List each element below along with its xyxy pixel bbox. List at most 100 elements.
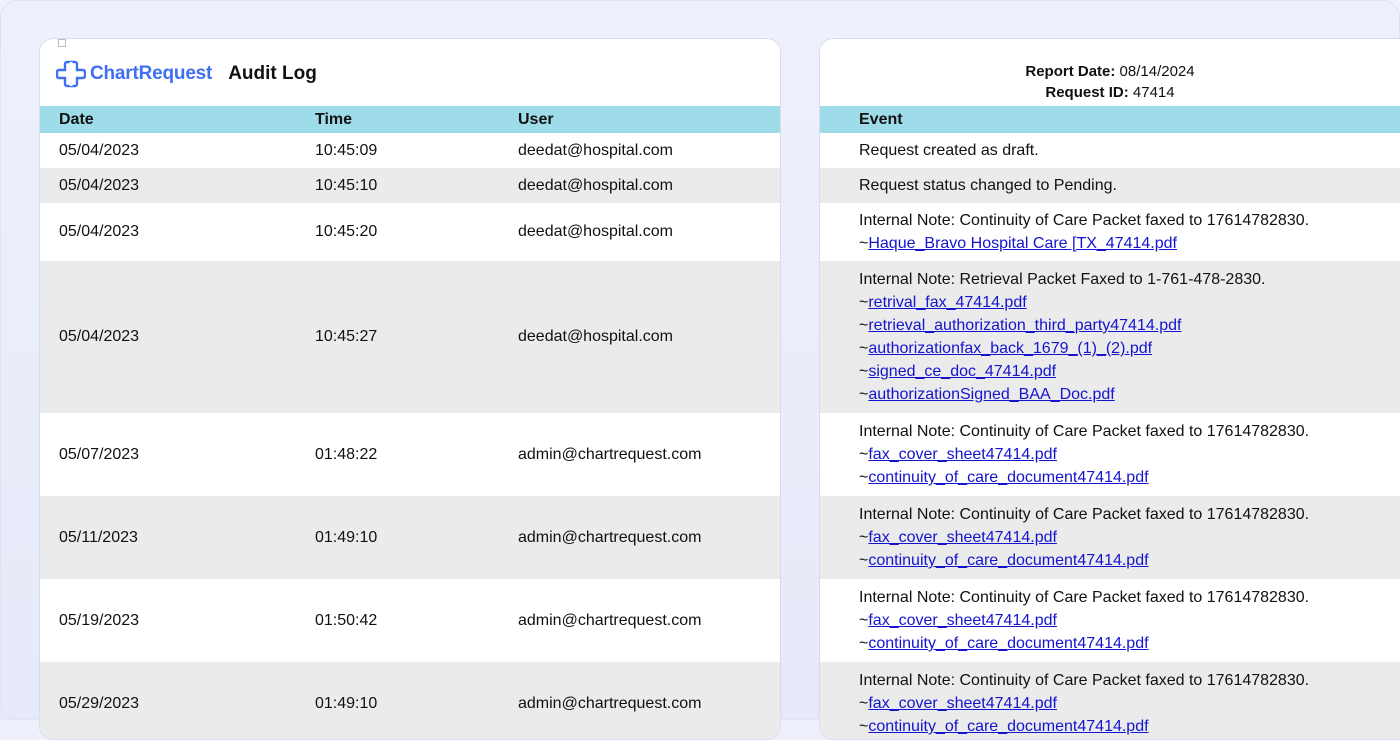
attachment-line: ~fax_cover_sheet47414.pdf xyxy=(859,692,1400,715)
cell-user: deedat@hospital.com xyxy=(518,261,780,413)
event-text: Request created as draft. xyxy=(859,142,1039,159)
table-row: Internal Note: Retrieval Packet Faxed to… xyxy=(820,261,1400,413)
report-date-label: Report Date: xyxy=(1025,63,1116,80)
report-meta: Report Date: 08/14/2024 Request ID: 4741… xyxy=(820,61,1400,103)
tilde-marker: ~ xyxy=(859,552,869,569)
attachment-link[interactable]: continuity_of_care_document47414.pdf xyxy=(868,469,1148,486)
cell-event: Internal Note: Continuity of Care Packet… xyxy=(820,413,1400,496)
column-header-event: Event xyxy=(820,106,1400,133)
table-row: 05/04/2023 10:45:27 deedat@hospital.com xyxy=(40,261,780,413)
tilde-marker: ~ xyxy=(859,386,869,403)
table-header-row: Date Time User xyxy=(40,106,780,133)
table-row: 05/29/2023 01:49:10 admin@chartrequest.com xyxy=(40,662,780,739)
table-row: Internal Note: Continuity of Care Packet… xyxy=(820,579,1400,662)
page-title: Audit Log xyxy=(228,63,317,84)
cell-user: admin@chartrequest.com xyxy=(518,445,702,463)
audit-log-table: Date Time User 05/04/2023 10:45:09 deedat@… xyxy=(40,106,780,739)
attachment-line: ~authorizationfax_back_1679_(1)_(2).pdf xyxy=(859,337,1400,360)
cell-time: 01:50:42 xyxy=(315,611,378,629)
event-text: Internal Note: Continuity of Care Packet… xyxy=(859,506,1310,523)
event-text: Internal Note: Continuity of Care Packet… xyxy=(859,589,1310,606)
attachment-link[interactable]: authorizationSigned_BAA_Doc.pdf xyxy=(868,386,1114,403)
attachment-line: ~fax_cover_sheet47414.pdf xyxy=(859,526,1400,549)
attachment-link[interactable]: fax_cover_sheet47414.pdf xyxy=(868,446,1057,463)
event-table: Event Request created as draft. Request s… xyxy=(820,106,1400,739)
page-corner-mark xyxy=(58,39,66,47)
table-row: 05/04/2023 10:45:09 deedat@hospital.com xyxy=(40,133,780,168)
attachment-link[interactable]: fax_cover_sheet47414.pdf xyxy=(868,612,1057,629)
attachment-link[interactable]: fax_cover_sheet47414.pdf xyxy=(868,529,1057,546)
table-row: 05/19/2023 01:50:42 admin@chartrequest.com xyxy=(40,579,780,662)
cell-time: 01:48:22 xyxy=(315,445,378,463)
cell-time: 01:49:10 xyxy=(315,662,518,739)
tilde-marker: ~ xyxy=(859,446,869,463)
event-text: Internal Note: Continuity of Care Packet… xyxy=(859,423,1310,440)
cell-date: 05/07/2023 xyxy=(59,445,140,463)
tilde-marker: ~ xyxy=(859,294,869,311)
attachment-link[interactable]: fax_cover_sheet47414.pdf xyxy=(868,695,1057,712)
attachment-line: ~continuity_of_care_document47414.pdf xyxy=(859,466,1400,489)
attachment-link[interactable]: continuity_of_care_document47414.pdf xyxy=(868,718,1148,735)
audit-log-left-page: ChartRequest Audit Log Date Time User 05… xyxy=(39,38,781,740)
cell-date: 05/04/2023 xyxy=(40,168,315,203)
cell-date: 05/04/2023 xyxy=(59,141,140,159)
table-row: 05/11/2023 01:49:10 admin@chartrequest.com xyxy=(40,496,780,579)
brand-header: ChartRequest Audit Log xyxy=(56,59,317,89)
attachment-line: ~Haque_Bravo Hospital Care [TX_47414.pdf xyxy=(859,232,1400,255)
cell-time: 01:49:10 xyxy=(315,496,518,579)
event-text: Internal Note: Continuity of Care Packet… xyxy=(859,212,1310,229)
attachment-link[interactable]: authorizationfax_back_1679_(1)_(2).pdf xyxy=(868,340,1152,357)
cell-date: 05/19/2023 xyxy=(59,611,140,629)
attachment-line: ~retrival_fax_47414.pdf xyxy=(859,291,1400,314)
attachment-link[interactable]: retrieval_authorization_third_party47414… xyxy=(868,317,1181,334)
cell-user: deedat@hospital.com xyxy=(518,168,780,203)
tilde-marker: ~ xyxy=(859,695,869,712)
tilde-marker: ~ xyxy=(859,363,869,380)
tilde-marker: ~ xyxy=(859,235,869,252)
attachment-link[interactable]: Haque_Bravo Hospital Care [TX_47414.pdf xyxy=(868,235,1177,252)
cell-event: Internal Note: Retrieval Packet Faxed to… xyxy=(820,261,1400,413)
cell-time: 10:45:09 xyxy=(315,141,378,159)
event-text: Internal Note: Continuity of Care Packet… xyxy=(859,672,1310,689)
tilde-marker: ~ xyxy=(859,718,869,735)
attachment-line: ~fax_cover_sheet47414.pdf xyxy=(859,609,1400,632)
report-date-value: 08/14/2024 xyxy=(1119,63,1195,80)
cell-date: 05/04/2023 xyxy=(40,261,315,413)
audit-log-right-page: Report Date: 08/14/2024 Request ID: 4741… xyxy=(819,38,1400,740)
attachment-link[interactable]: retrival_fax_47414.pdf xyxy=(868,294,1026,311)
brand-name: ChartRequest xyxy=(90,63,213,84)
cell-user: deedat@hospital.com xyxy=(518,223,673,240)
attachment-line: ~authorizationSigned_BAA_Doc.pdf xyxy=(859,383,1400,406)
attachment-line: ~retrieval_authorization_third_party4741… xyxy=(859,314,1400,337)
event-text: Request status changed to Pending. xyxy=(859,177,1117,194)
attachment-link[interactable]: signed_ce_doc_47414.pdf xyxy=(868,363,1056,380)
request-id-label: Request ID: xyxy=(1045,84,1129,101)
table-row: 05/07/2023 01:48:22 admin@chartrequest.com xyxy=(40,413,780,496)
table-row: Internal Note: Continuity of Care Packet… xyxy=(820,203,1400,261)
cell-event: Internal Note: Continuity of Care Packet… xyxy=(820,662,1400,739)
table-row: Internal Note: Continuity of Care Packet… xyxy=(820,413,1400,496)
request-id: Request ID: 47414 xyxy=(820,82,1400,103)
attachment-line: ~continuity_of_care_document47414.pdf xyxy=(859,549,1400,572)
column-header-user: User xyxy=(518,106,780,133)
cell-user: admin@chartrequest.com xyxy=(518,662,780,739)
cell-time: 10:45:20 xyxy=(315,223,378,240)
tilde-marker: ~ xyxy=(859,469,869,486)
cell-event: Request created as draft. xyxy=(820,133,1400,168)
cell-date: 05/11/2023 xyxy=(40,496,315,579)
tilde-marker: ~ xyxy=(859,635,869,652)
tilde-marker: ~ xyxy=(859,340,869,357)
table-row: Internal Note: Continuity of Care Packet… xyxy=(820,496,1400,579)
table-row: Request created as draft. xyxy=(820,133,1400,168)
table-row: Internal Note: Continuity of Care Packet… xyxy=(820,662,1400,739)
cell-time: 10:45:27 xyxy=(315,261,518,413)
table-row: 05/04/2023 10:45:20 deedat@hospital.com xyxy=(40,203,780,261)
attachment-link[interactable]: continuity_of_care_document47414.pdf xyxy=(868,635,1148,652)
cell-date: 05/29/2023 xyxy=(40,662,315,739)
attachment-link[interactable]: continuity_of_care_document47414.pdf xyxy=(868,552,1148,569)
attachment-line: ~continuity_of_care_document47414.pdf xyxy=(859,715,1400,738)
request-id-value: 47414 xyxy=(1132,84,1175,101)
cell-event: Internal Note: Continuity of Care Packet… xyxy=(820,579,1400,662)
cell-user: deedat@hospital.com xyxy=(518,141,673,159)
attachment-line: ~fax_cover_sheet47414.pdf xyxy=(859,443,1400,466)
